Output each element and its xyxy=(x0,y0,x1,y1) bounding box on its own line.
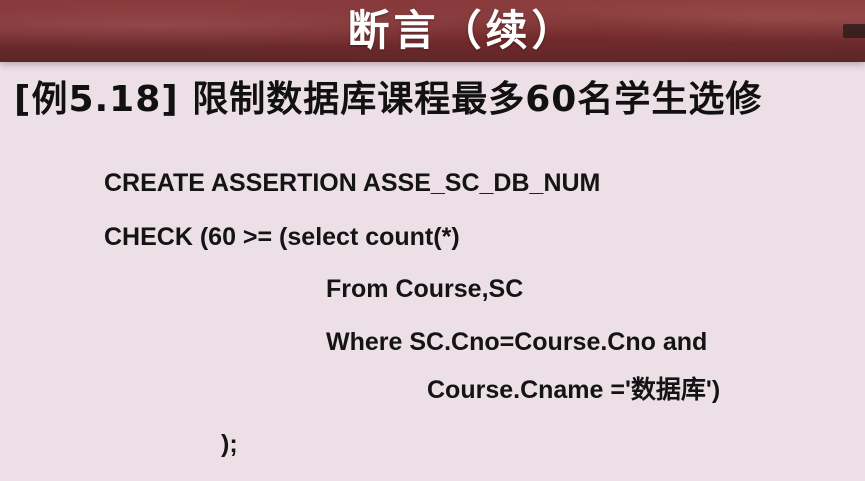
code-line-from: From Course,SC xyxy=(326,275,524,303)
code-line-cname: Course.Cname ='数据库') xyxy=(427,376,721,404)
code-line-close: ); xyxy=(221,430,238,458)
example-heading: [例5.18] 限制数据库课程最多60名学生选修 xyxy=(14,79,763,120)
code-line-create-assertion: CREATE ASSERTION ASSE_SC_DB_NUM xyxy=(104,169,601,197)
corner-marker xyxy=(843,24,865,38)
code-line-check: CHECK (60 >= (select count(*) xyxy=(104,223,460,251)
slide-title: 断言（续） xyxy=(347,6,578,55)
code-line-where: Where SC.Cno=Course.Cno and xyxy=(326,328,708,356)
